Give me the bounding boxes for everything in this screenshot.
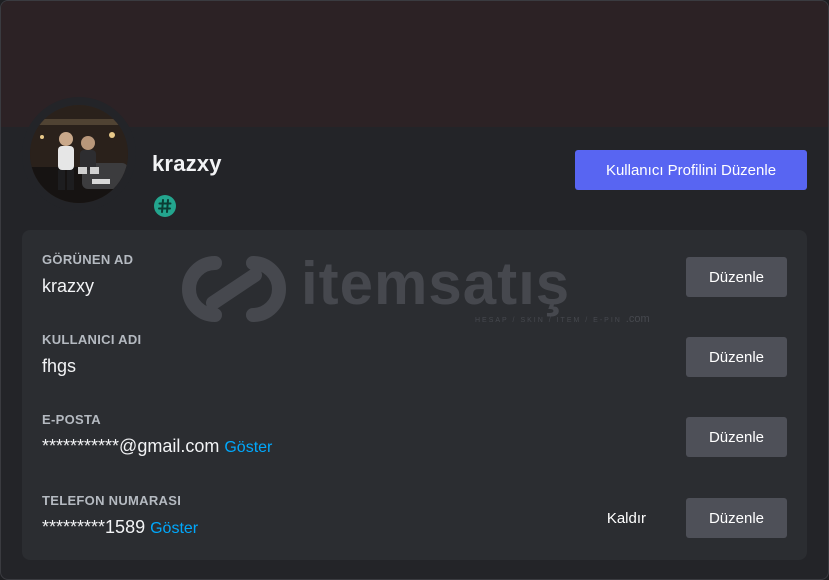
display-name-value: krazxy xyxy=(42,276,95,296)
username-label: KULLANICI ADI xyxy=(42,332,142,347)
phone-label: TELEFON NUMARASI xyxy=(42,493,182,508)
hashtag-badge-icon[interactable] xyxy=(154,195,176,217)
edit-email-button[interactable]: Düzenle xyxy=(686,417,787,457)
display-name-row: GÖRÜNEN AD krazxy Düzenle xyxy=(42,252,787,312)
profile-username: krazxy xyxy=(152,151,222,176)
email-label: E-POSTA xyxy=(42,412,101,427)
account-info-panel: GÖRÜNEN AD krazxy Düzenle KULLANICI ADI … xyxy=(22,230,807,560)
edit-user-profile-button[interactable]: Kullanıcı Profilini Düzenle xyxy=(575,150,807,190)
avatar[interactable] xyxy=(30,105,128,203)
hashtag-glyph-icon xyxy=(158,199,172,213)
edit-display-name-button[interactable]: Düzenle xyxy=(686,257,787,297)
email-value-wrapper: ***********@gmail.com Göster xyxy=(42,436,272,457)
edit-phone-button[interactable]: Düzenle xyxy=(686,498,787,538)
email-row: E-POSTA ***********@gmail.com Göster Düze… xyxy=(42,412,787,472)
email-value: ***********@gmail.com xyxy=(42,436,220,456)
display-name-label: GÖRÜNEN AD xyxy=(42,252,134,267)
avatar-photo-icon xyxy=(30,105,128,203)
remove-phone-button[interactable]: Kaldır xyxy=(597,498,656,538)
account-card: krazxy Kullanıcı Profilini Düzenle GÖRÜN… xyxy=(0,0,829,580)
profile-banner xyxy=(1,1,828,127)
phone-value: *********1589 xyxy=(42,517,146,537)
reveal-phone-link[interactable]: Göster xyxy=(150,520,198,537)
phone-value-wrapper: *********1589 Göster xyxy=(42,517,198,538)
reveal-email-link[interactable]: Göster xyxy=(224,439,272,456)
phone-row: TELEFON NUMARASI *********1589 Göster Kal… xyxy=(42,493,787,553)
username-row: KULLANICI ADI fhgs Düzenle xyxy=(42,332,787,392)
username-value: fhgs xyxy=(42,356,77,376)
edit-username-button[interactable]: Düzenle xyxy=(686,337,787,377)
